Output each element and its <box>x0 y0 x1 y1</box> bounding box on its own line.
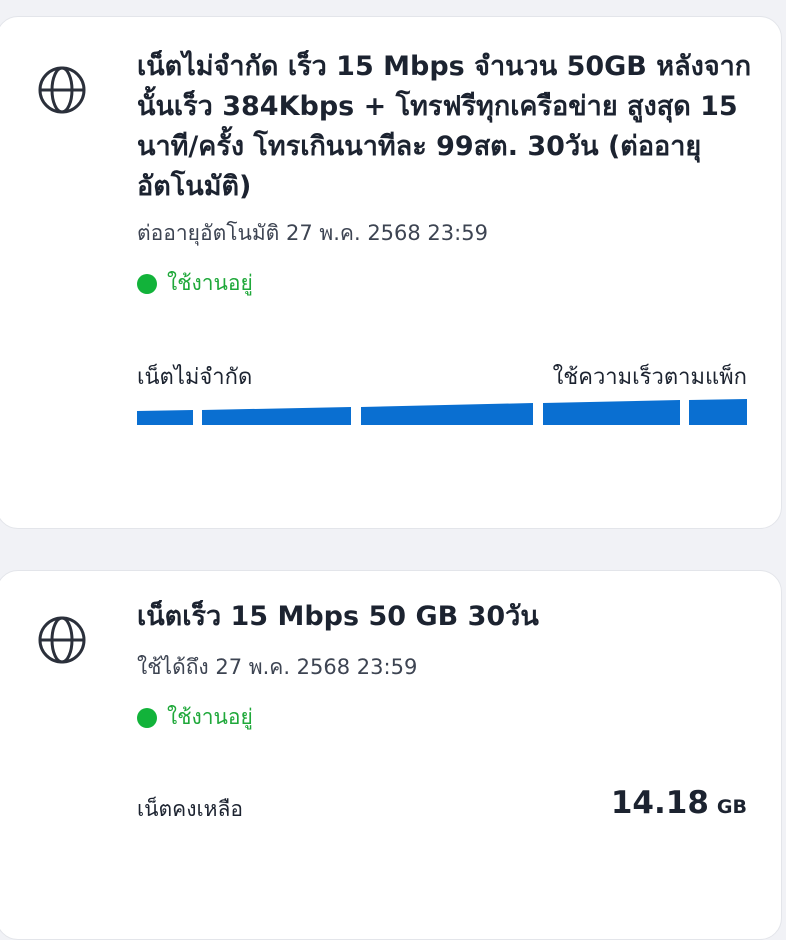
status-badge: ใช้งานอยู่ <box>137 267 253 300</box>
remaining-amount: 14.18 <box>610 785 709 821</box>
renewal-date: ต่ออายุอัตโนมัติ 27 พ.ค. 2568 23:59 <box>137 221 488 245</box>
usage-label: เน็ตไม่จำกัด <box>137 365 253 390</box>
usage-bar <box>137 399 747 425</box>
status-badge: ใช้งานอยู่ <box>137 701 253 734</box>
usage-speed-label: ใช้ความเร็วตามแพ็ก <box>552 365 747 390</box>
globe-icon <box>38 66 86 114</box>
package-card-unlimited[interactable]: เน็ตไม่จำกัด เร็ว 15 Mbps จำนวน 50GB หลั… <box>0 16 782 529</box>
status-label: ใช้งานอยู่ <box>167 705 253 729</box>
usage-bar-segment <box>543 400 680 425</box>
usage-bar-segment <box>202 407 351 425</box>
remaining-label: เน็ตคงเหลือ <box>137 797 243 821</box>
usage-bar-segment <box>689 399 747 425</box>
status-dot-icon <box>137 273 157 294</box>
usage-bar-segment <box>137 410 193 425</box>
status-label: ใช้งานอยู่ <box>167 271 253 295</box>
package-title: เน็ตเร็ว 15 Mbps 50 GB 30วัน <box>137 601 539 632</box>
globe-icon <box>38 616 86 664</box>
package-title: เน็ตไม่จำกัด เร็ว 15 Mbps จำนวน 50GB หลั… <box>137 51 752 202</box>
remaining-value: 14.18 GB <box>611 785 747 821</box>
remaining-unit: GB <box>716 796 747 818</box>
package-card-data[interactable]: เน็ตเร็ว 15 Mbps 50 GB 30วัน ใช้ได้ถึง 2… <box>0 570 782 940</box>
expiry-date: ใช้ได้ถึง 27 พ.ค. 2568 23:59 <box>137 655 418 679</box>
status-dot-icon <box>137 707 157 728</box>
usage-bar-segment <box>361 403 533 425</box>
